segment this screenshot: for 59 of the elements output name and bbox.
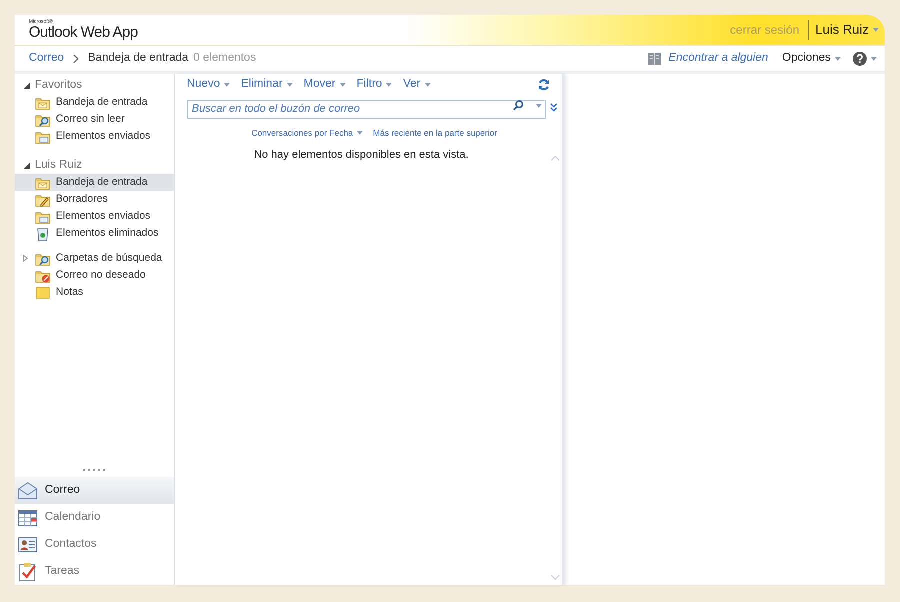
arrange-by-menu[interactable]: Conversaciones por Fecha <box>252 127 364 140</box>
recycle-bin-icon <box>35 226 51 242</box>
note-icon <box>35 284 51 300</box>
module-tab[interactable]: Calendario <box>15 504 174 531</box>
folder-item[interactable]: Correo no deseado <box>15 267 174 284</box>
folder-group-title: Favoritos <box>35 78 82 93</box>
expanded-triangle-icon[interactable] <box>24 162 30 168</box>
breadcrumb-current: Bandeja de entrada <box>88 50 189 66</box>
refresh-icon[interactable] <box>538 79 550 91</box>
caret-icon <box>386 83 392 87</box>
folder-item[interactable]: Notas <box>15 284 174 301</box>
folder-item[interactable]: Correo sin leer <box>15 111 174 128</box>
folder-item[interactable]: Bandeja de entrada <box>15 94 174 111</box>
caret-icon <box>357 131 364 136</box>
calendar-icon <box>18 508 38 526</box>
caret-icon <box>424 83 431 87</box>
contact-card-icon <box>18 536 38 554</box>
caret-icon <box>224 83 230 87</box>
breadcrumb-link[interactable]: Correo <box>29 50 64 68</box>
toolbar-menu[interactable]: Mover <box>304 76 346 94</box>
search-icon[interactable] <box>513 100 524 111</box>
help-menu[interactable] <box>853 52 877 66</box>
expanded-triangle-icon[interactable] <box>24 82 30 88</box>
folder-item[interactable]: Elementos enviados <box>15 128 174 145</box>
find-someone-link[interactable]: Encontrar a alguien <box>668 50 768 68</box>
toolbar-menu[interactable]: Filtro <box>356 76 392 94</box>
address-book-icon <box>646 52 662 66</box>
module-tab[interactable]: Contactos <box>15 531 174 558</box>
empty-message: No hay elementos disponibles en esta vista. <box>254 148 469 163</box>
envelope-icon <box>18 482 38 500</box>
folder-item[interactable]: Carpetas de búsqueda <box>15 250 174 267</box>
double-chevron-down-icon[interactable] <box>550 103 558 113</box>
folder-item[interactable]: Borradores <box>15 191 174 208</box>
task-clipboard-icon <box>18 562 38 582</box>
toolbar-menu[interactable]: Eliminar <box>241 76 293 94</box>
app-logo: Outlook Web App <box>29 25 138 40</box>
search-field[interactable]: Buscar en todo el buzón de correo <box>187 100 546 118</box>
help-icon <box>853 52 867 66</box>
caret-icon <box>286 83 293 87</box>
module-tab[interactable]: Tareas <box>15 558 174 585</box>
resize-grip-icon[interactable] <box>82 469 108 472</box>
options-menu[interactable]: Opciones <box>782 50 841 68</box>
collapsed-triangle-icon[interactable] <box>23 255 28 262</box>
caret-icon <box>536 104 542 108</box>
toolbar-menu[interactable]: Nuevo <box>187 76 230 94</box>
folder-item[interactable]: Elementos eliminados <box>15 225 174 242</box>
toolbar-menu[interactable]: Ver <box>403 76 431 94</box>
folder-item[interactable]: Bandeja de entrada <box>15 174 174 191</box>
user-menu[interactable]: Luis Ruiz <box>808 20 885 40</box>
item-count: 0 elementos <box>194 50 256 66</box>
chevron-right-icon <box>73 54 80 62</box>
caret-icon <box>340 83 346 87</box>
caret-icon <box>873 28 879 32</box>
caret-icon <box>835 56 841 60</box>
sort-order-link[interactable]: Más reciente en la parte superior <box>373 127 498 140</box>
caret-icon <box>871 56 877 60</box>
module-tab[interactable]: Correo <box>15 477 174 504</box>
folder-item[interactable]: Elementos enviados <box>15 208 174 225</box>
folder-group-title: Luis Ruiz <box>35 158 82 173</box>
